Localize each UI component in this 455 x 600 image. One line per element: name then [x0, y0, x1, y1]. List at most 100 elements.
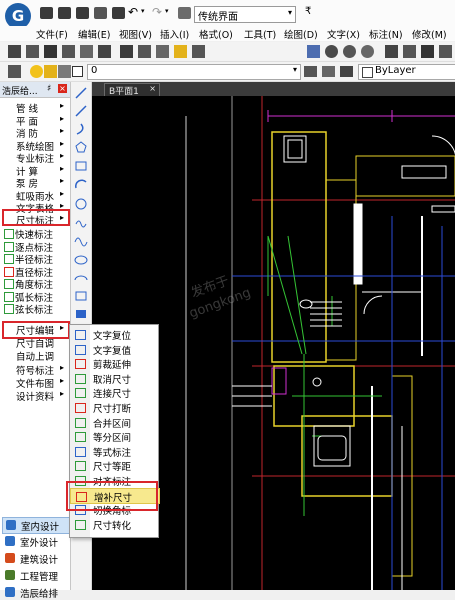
undo-icon[interactable]: ↶ [128, 5, 138, 19]
open-file-icon[interactable] [58, 7, 71, 19]
panel-edit-category-3[interactable]: 符号标注 ▸ [3, 363, 65, 377]
submenu-item-3[interactable]: 取消尺寸 [70, 371, 158, 386]
bottom-tab-4[interactable]: 浩辰给排 [2, 585, 68, 600]
submenu-item-1[interactable]: 文字复值 [70, 342, 158, 357]
chevron-right-icon: ▸ [59, 139, 64, 148]
rectangle-tool-icon [75, 161, 87, 171]
panel-category-1[interactable]: 平 面 ▸ [3, 114, 65, 128]
redo-icon[interactable]: ↷ [152, 5, 162, 19]
bottom-tab-0[interactable]: 室内设计 [2, 517, 70, 534]
dimension-tool-0[interactable]: 快速标注 [3, 227, 69, 241]
layer-previous-icon[interactable] [322, 66, 335, 77]
layers-icon[interactable] [178, 7, 191, 19]
submenu-item-0[interactable]: 文字复位 [70, 327, 158, 342]
layer-states-icon[interactable] [340, 66, 353, 77]
menu-draw[interactable]: 绘图(D) [284, 27, 318, 41]
menu-view[interactable]: 视图(V) [119, 27, 152, 41]
submenu-item-2[interactable]: 剪裁延伸 [70, 356, 158, 371]
menu-edit[interactable]: 编辑(E) [78, 27, 110, 41]
submenu-item-4[interactable]: 连接尺寸 [70, 385, 158, 400]
lock-icon[interactable] [58, 65, 71, 78]
dimension-tool-4[interactable]: 角度标注 [3, 277, 69, 291]
zoom-window-icon[interactable] [343, 45, 356, 58]
wall-outline [271, 131, 327, 363]
lightbulb-icon[interactable] [30, 65, 43, 78]
new-icon[interactable] [8, 45, 21, 58]
panel-category-4[interactable]: 专业标注 ▸ [3, 151, 65, 165]
dimension-tool-3[interactable]: 直径标注 [3, 265, 69, 279]
save-icon[interactable] [44, 45, 57, 58]
menu-format[interactable]: 格式(O) [199, 27, 233, 41]
color-select[interactable]: ByLayer [358, 64, 455, 80]
tab-document[interactable]: B平面1 × [104, 83, 160, 97]
highlight-dimension-edit [2, 321, 70, 339]
layer-color-icon[interactable] [72, 66, 83, 77]
ellipse-arc-tool-icon [74, 275, 88, 281]
save-icon[interactable] [76, 7, 89, 19]
panel-category-5[interactable]: 计 算 ▸ [3, 164, 65, 178]
close-icon[interactable]: × [149, 84, 156, 93]
panel-category-6[interactable]: 泵 房 ▸ [3, 176, 65, 190]
publish-icon[interactable] [98, 45, 111, 58]
preview-icon[interactable] [80, 45, 93, 58]
layer-manager-icon[interactable] [8, 65, 21, 78]
submenu-item-8[interactable]: 等式标注 [70, 444, 158, 459]
panel-edit-category-2[interactable]: 自动上调 [3, 349, 65, 363]
new-file-icon[interactable] [40, 7, 53, 19]
print-icon[interactable] [62, 45, 75, 58]
match-properties-icon[interactable] [174, 45, 187, 58]
close-icon[interactable]: × [58, 84, 67, 93]
menu-modify[interactable]: 修改(M) [412, 27, 447, 41]
design-center-icon[interactable] [403, 45, 416, 58]
properties-icon[interactable] [385, 45, 398, 58]
menu-file[interactable]: 文件(F) [36, 27, 68, 41]
pin-icon[interactable]: ♯ [47, 84, 51, 94]
zoom-previous-icon[interactable] [361, 45, 374, 58]
cut-icon[interactable] [120, 45, 133, 58]
save-as-icon[interactable] [94, 7, 107, 19]
dimension-tool-2[interactable]: 半径标注 [3, 252, 69, 266]
ray-tool-icon [75, 105, 87, 117]
panel-category-7[interactable]: 虹吸雨水 ▸ [3, 189, 65, 203]
dimension-tool-6[interactable]: 弦长标注 [3, 302, 69, 316]
submenu-item-9[interactable]: 尺寸等距 [70, 458, 158, 473]
dimension-tool-1[interactable]: 逐点标注 [3, 240, 69, 254]
menu-tools[interactable]: 工具(T) [244, 27, 276, 41]
chevron-down-icon[interactable]: ▾ [165, 7, 169, 15]
customize-icon[interactable]: ₹ [305, 6, 311, 17]
bottom-tab-2[interactable]: 建筑设计 [2, 551, 68, 566]
submenu-item-7[interactable]: 等分区间 [70, 429, 158, 444]
menu-insert[interactable]: 插入(I) [160, 27, 189, 41]
dimension-tool-icon [4, 241, 14, 252]
menu-dimension[interactable]: 标注(N) [369, 27, 403, 41]
panel-category-0[interactable]: 管 线 ▸ [3, 101, 65, 115]
chevron-down-icon[interactable]: ▾ [141, 7, 145, 15]
submenu-item-6[interactable]: 合并区间 [70, 415, 158, 430]
wall-outline [301, 415, 393, 497]
submenu-item-5[interactable]: 尺寸打断 [70, 400, 158, 415]
bottom-tab-1[interactable]: 室外设计 [2, 534, 68, 549]
dimension-tool-icon [4, 254, 14, 264]
block-editor-icon[interactable] [192, 45, 205, 58]
print-icon[interactable] [112, 7, 125, 19]
panel-category-3[interactable]: 系统绘图 ▸ [3, 139, 65, 153]
panel-edit-category-5[interactable]: 设计资料 ▸ [3, 389, 65, 403]
zoom-realtime-icon[interactable] [325, 45, 338, 58]
open-icon[interactable] [26, 45, 39, 58]
menu-text[interactable]: 文字(X) [327, 27, 360, 41]
sheet-set-icon[interactable] [439, 45, 452, 58]
make-current-icon[interactable] [304, 66, 317, 77]
panel-category-2[interactable]: 消 防 ▸ [3, 126, 65, 140]
layer-select[interactable]: 0 ▾ [87, 64, 301, 80]
panel-edit-category-4[interactable]: 文件布图 ▸ [3, 376, 65, 390]
bottom-tab-3[interactable]: 工程管理 [2, 568, 68, 583]
submenu-item-13[interactable]: 尺寸转化 [70, 517, 158, 532]
copy-icon[interactable] [138, 45, 151, 58]
dimension-tool-5[interactable]: 弧长标注 [3, 290, 69, 304]
workspace-select[interactable]: 传统界面 ▾ [194, 6, 296, 23]
line-tool-icon [75, 87, 87, 99]
pan-icon[interactable] [307, 45, 320, 58]
tool-palette-icon[interactable] [421, 45, 434, 58]
paste-icon[interactable] [156, 45, 169, 58]
sun-icon[interactable] [44, 65, 57, 78]
